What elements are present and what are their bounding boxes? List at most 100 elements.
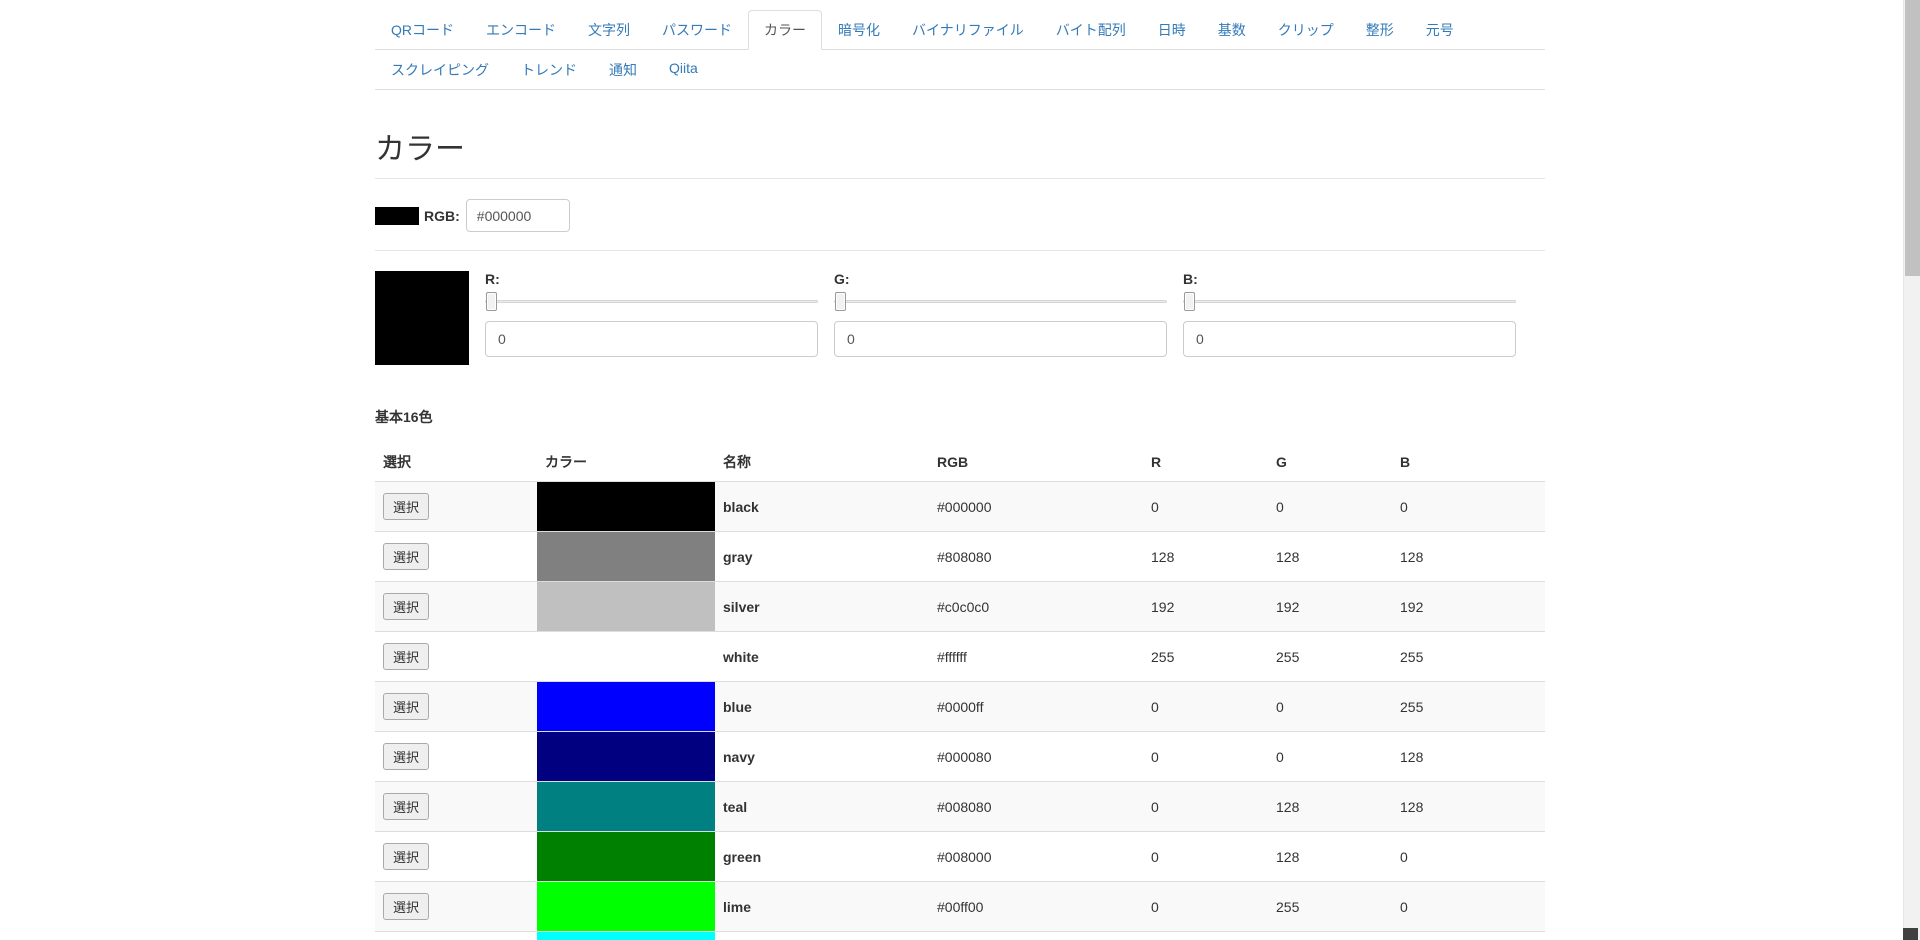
color-rgb-value: #ffffff	[929, 631, 1143, 682]
select-cell: 選択	[375, 631, 537, 682]
select-cell: 選択	[375, 531, 537, 582]
color-swatch-cell-green	[537, 831, 715, 882]
tab-label-trend[interactable]: トレンド	[505, 50, 593, 90]
color-r-value: 0	[1143, 931, 1268, 940]
tab-label-color[interactable]: カラー	[748, 10, 822, 50]
color-g-value: 128	[1268, 531, 1392, 582]
color-row-silver: 選択 silver #c0c0c0 192 192 192	[375, 581, 1545, 632]
tab-bytearray[interactable]: バイト配列	[1040, 10, 1142, 50]
color-rgb-value: #c0c0c0	[929, 581, 1143, 632]
basic-colors-table: 選択 カラー 名称 RGB R G B 選択 black #000000 0 0 0 選択 g…	[375, 443, 1545, 940]
tab-label-qiita[interactable]: Qiita	[653, 50, 714, 86]
tab-label-scraping[interactable]: スクレイピング	[375, 50, 505, 90]
tab-label-password[interactable]: パスワード	[646, 10, 748, 50]
red-slider[interactable]	[485, 291, 818, 311]
color-g-value: 255	[1268, 881, 1392, 932]
color-r-value: 255	[1143, 631, 1268, 682]
tab-encode[interactable]: エンコード	[470, 10, 572, 50]
vertical-scrollbar[interactable]	[1903, 0, 1920, 940]
tab-label-gengo[interactable]: 元号	[1410, 10, 1470, 50]
tab-label-encode[interactable]: エンコード	[470, 10, 572, 50]
color-row-green: 選択 green #008000 0 128 0	[375, 831, 1545, 882]
red-value-input[interactable]	[485, 321, 818, 357]
color-name: aqua	[715, 931, 929, 940]
color-g-value: 192	[1268, 581, 1392, 632]
color-swatch-cell-lime	[537, 881, 715, 932]
tab-label-bytearray[interactable]: バイト配列	[1040, 10, 1142, 50]
select-button-gray[interactable]: 選択	[383, 543, 430, 570]
color-name: lime	[715, 881, 929, 932]
tab-format[interactable]: 整形	[1350, 10, 1410, 50]
tab-label-notify[interactable]: 通知	[593, 50, 653, 90]
select-button-blue[interactable]: 選択	[383, 693, 430, 720]
color-r-value: 0	[1143, 831, 1268, 882]
tab-encryption[interactable]: 暗号化	[822, 10, 896, 50]
color-rgb-value: #0000ff	[929, 681, 1143, 732]
color-swatch-cell-silver	[537, 581, 715, 632]
color-r-value: 0	[1143, 481, 1268, 532]
color-name: gray	[715, 531, 929, 582]
tab-scraping[interactable]: スクレイピング	[375, 50, 505, 90]
tab-label-format[interactable]: 整形	[1350, 10, 1410, 50]
select-button-lime[interactable]: 選択	[383, 893, 430, 920]
page-title: カラー	[375, 133, 465, 166]
tab-datetime[interactable]: 日時	[1142, 10, 1202, 50]
nav-tabs-row1: QRコード エンコード 文字列 パスワード カラー 暗号化 バイナリファイル バイト配列 日時基…	[375, 10, 1545, 50]
tab-label-qrcode[interactable]: QRコード	[375, 10, 470, 50]
tab-qiita[interactable]: Qiita	[653, 50, 714, 90]
green-slider[interactable]	[834, 291, 1167, 311]
tab-binaryfile[interactable]: バイナリファイル	[896, 10, 1040, 50]
color-rgb-value: #000000	[929, 481, 1143, 532]
color-rgb-value: #00ff00	[929, 881, 1143, 932]
scrollbar-thumb[interactable]	[1905, 0, 1920, 276]
color-name: black	[715, 481, 929, 532]
column-header-g: G	[1268, 443, 1392, 482]
tab-label-radix[interactable]: 基数	[1202, 10, 1262, 50]
tab-radix[interactable]: 基数	[1202, 10, 1262, 50]
rgb-label: RGB:	[424, 207, 460, 224]
select-button-green[interactable]: 選択	[383, 843, 430, 870]
color-swatch-cell-aqua	[537, 931, 715, 940]
select-button-navy[interactable]: 選択	[383, 743, 430, 770]
rgb-input-row: RGB:	[375, 199, 1545, 232]
tab-label-binaryfile[interactable]: バイナリファイル	[896, 10, 1040, 50]
color-rgb-value: #00ffff	[929, 931, 1143, 940]
select-button-black[interactable]: 選択	[383, 493, 430, 520]
color-b-value: 0	[1392, 881, 1545, 932]
tab-color[interactable]: カラー	[748, 10, 822, 50]
column-header-select: 選択	[375, 443, 537, 482]
select-cell: 選択	[375, 681, 537, 732]
tab-gengo[interactable]: 元号	[1410, 10, 1470, 50]
tab-clip[interactable]: クリップ	[1262, 10, 1350, 50]
color-row-teal: 選択 teal #008080 0 128 128	[375, 781, 1545, 832]
green-slider-group: G:	[834, 271, 1167, 357]
color-name: green	[715, 831, 929, 882]
select-button-teal[interactable]: 選択	[383, 793, 430, 820]
color-row-lime: 選択 lime #00ff00 0 255 0	[375, 881, 1545, 932]
tab-qrcode[interactable]: QRコード	[375, 10, 470, 50]
tab-trend[interactable]: トレンド	[505, 50, 593, 90]
color-b-value: 128	[1392, 781, 1545, 832]
rgb-hex-input[interactable]	[465, 199, 570, 232]
tab-label-string[interactable]: 文字列	[572, 10, 646, 50]
green-value-input[interactable]	[834, 321, 1167, 357]
column-header-rgb: RGB	[929, 443, 1143, 482]
color-b-value: 192	[1392, 581, 1545, 632]
tab-notify[interactable]: 通知	[593, 50, 653, 90]
red-slider-group: R:	[485, 271, 818, 357]
color-preview-box	[375, 271, 469, 365]
select-button-silver[interactable]: 選択	[383, 593, 430, 620]
tab-label-encryption[interactable]: 暗号化	[822, 10, 896, 50]
color-row-aqua: 選択aqua#00ffff0255255	[375, 931, 1545, 940]
tab-string[interactable]: 文字列	[572, 10, 646, 50]
tab-label-datetime[interactable]: 日時	[1142, 10, 1202, 50]
color-rgb-value: #008000	[929, 831, 1143, 882]
select-button-white[interactable]: 選択	[383, 643, 430, 670]
color-name: blue	[715, 681, 929, 732]
color-g-value: 255	[1268, 931, 1392, 940]
tab-password[interactable]: パスワード	[646, 10, 748, 50]
blue-slider[interactable]	[1183, 291, 1516, 311]
tab-label-clip[interactable]: クリップ	[1262, 10, 1350, 50]
color-swatch-cell-blue	[537, 681, 715, 732]
blue-value-input[interactable]	[1183, 321, 1516, 357]
